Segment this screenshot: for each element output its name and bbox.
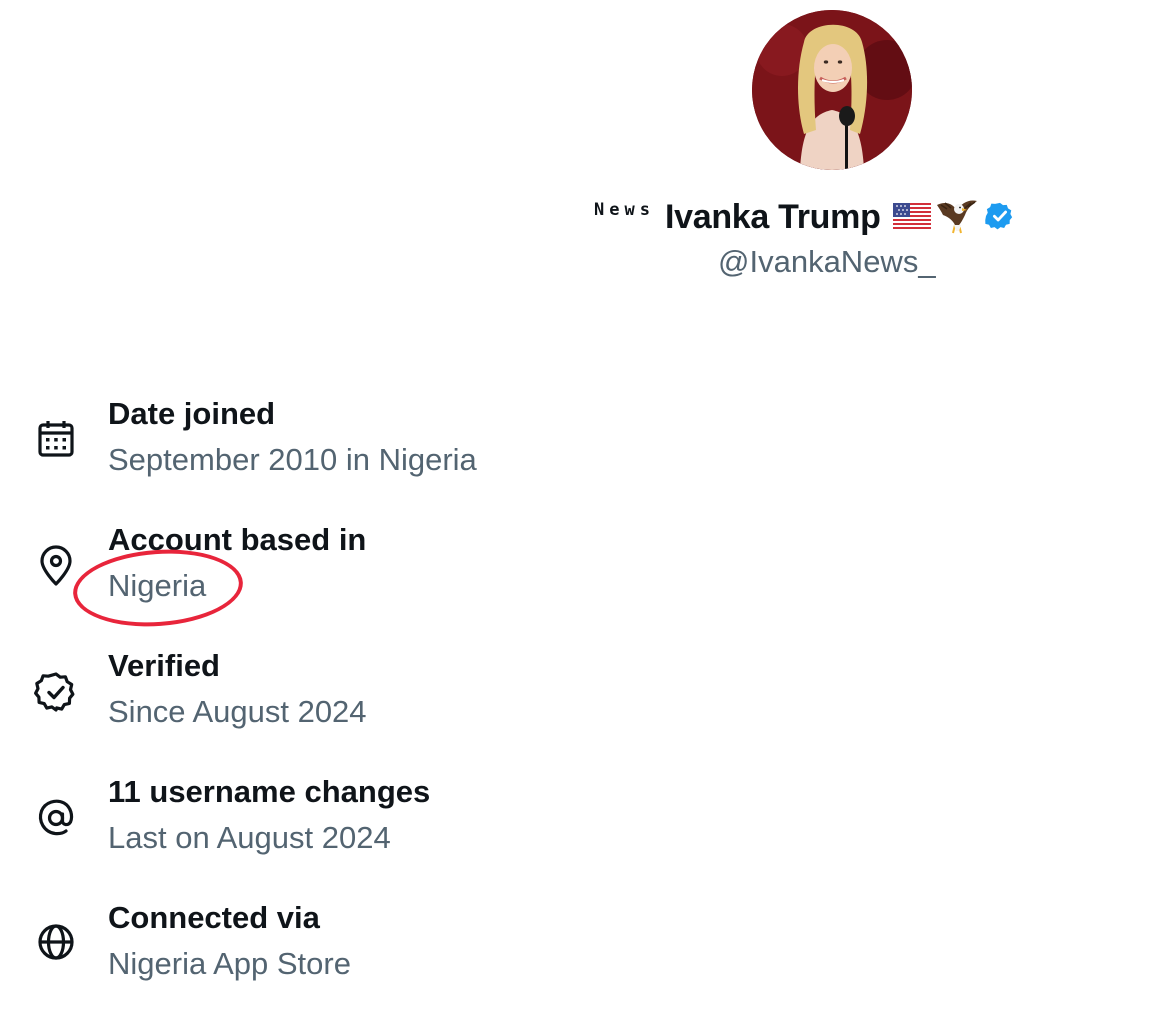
verified-label: Verified <box>108 648 220 683</box>
profile-avatar[interactable] <box>752 10 912 170</box>
eagle-icon <box>935 195 979 237</box>
connected-via-value: Nigeria App Store <box>108 946 351 981</box>
display-name[interactable]: Ivanka Trump <box>665 198 881 237</box>
connected-via-label: Connected via <box>108 900 320 935</box>
info-row-connected-via: Connected via Nigeria App Store <box>0 896 1176 1006</box>
truncated-top-text: ​ <box>150 0 330 4</box>
location-pin-icon <box>32 542 80 590</box>
verified-badge-icon[interactable] <box>984 201 1015 231</box>
profile-photo <box>752 10 912 170</box>
profile-handle[interactable]: @IvankaNews_ <box>718 244 936 280</box>
info-row-date-joined: Date joined September 2010 in Nigeria <box>0 392 1176 502</box>
verified-value: Since August 2024 <box>108 694 367 729</box>
calendar-icon <box>32 416 80 464</box>
verified-outline-icon <box>32 668 80 716</box>
us-flag-icon <box>892 203 931 229</box>
username-changes-label: 11 username changes <box>108 774 431 809</box>
info-row-username-changes: 11 username changes Last on August 2024 <box>0 770 1176 880</box>
globe-icon <box>32 918 80 966</box>
info-row-verified: Verified Since August 2024 <box>0 644 1176 754</box>
profile-name-row: News Ivanka Trump <box>594 192 1015 242</box>
name-prefix: News <box>594 200 655 220</box>
date-joined-value: September 2010 in Nigeria <box>108 442 477 477</box>
account-based-in-value: Nigeria <box>108 568 207 603</box>
at-sign-icon <box>32 794 80 842</box>
account-based-in-label: Account based in <box>108 522 367 557</box>
username-changes-value: Last on August 2024 <box>108 820 391 855</box>
date-joined-label: Date joined <box>108 396 276 431</box>
info-row-account-based-in: Account based in Nigeria <box>0 518 1176 628</box>
